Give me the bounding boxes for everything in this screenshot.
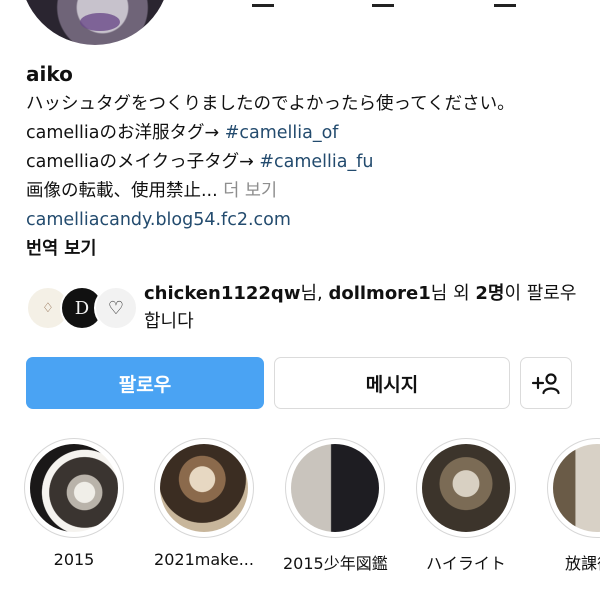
website-link[interactable]: camelliacandy.blog54.fc2.com: [26, 206, 586, 235]
more-link[interactable]: 더 보기: [223, 181, 277, 201]
highlight-label: 2015: [53, 550, 95, 569]
follower-name[interactable]: dollmore1: [328, 283, 430, 304]
bio-text: camelliaのお洋服タグ→: [26, 123, 225, 143]
highlight-label: 放課後図: [564, 554, 600, 573]
message-button[interactable]: 메시지: [274, 357, 510, 409]
suggested-accounts-button[interactable]: [520, 357, 572, 409]
stat-fragment: [494, 0, 516, 7]
followers-count: 2명: [475, 283, 505, 304]
bio-line: 画像の転載、使用禁止... 더 보기: [26, 177, 586, 206]
profile-page: aiko ハッシュタグをつくりましたのでよかったら使ってください。 camell…: [0, 0, 600, 600]
follower-name[interactable]: chicken1122qw: [144, 283, 300, 304]
profile-bio: ハッシュタグをつくりましたのでよかったら使ってください。 camelliaのお洋…: [26, 90, 586, 264]
highlight-image: [553, 444, 600, 532]
bio-line: camelliaのお洋服タグ→ #camellia_of: [26, 119, 586, 148]
profile-avatar[interactable]: [20, 0, 170, 45]
highlight-ring: [416, 438, 516, 538]
highlight-item[interactable]: 2015: [22, 438, 126, 569]
highlight-label: ハイライト: [426, 554, 506, 573]
highlight-ring: [154, 438, 254, 538]
translate-link[interactable]: 번역 보기: [26, 235, 586, 264]
highlight-ring: [285, 438, 385, 538]
highlights-row: 2015 2021make... 2015少年図鑑 ハイライト 放課後図: [0, 438, 600, 588]
followers-text: 님,: [300, 283, 329, 304]
highlight-item[interactable]: ハイライト: [414, 438, 518, 574]
followers-text: 님 외: [430, 283, 476, 304]
profile-username: aiko: [26, 62, 73, 86]
highlight-label: 2021make...: [154, 550, 254, 569]
bio-text: camelliaのメイクっ子タグ→: [26, 152, 260, 172]
highlight-item[interactable]: 2021make...: [152, 438, 256, 569]
highlight-label: 2015少年図鑑: [283, 554, 388, 573]
add-person-icon: [531, 373, 560, 395]
mutual-followers[interactable]: ♢ D ♡ chicken1122qw님, dollmore1님 외 2명이 팔…: [26, 280, 586, 340]
highlight-image: [160, 444, 248, 532]
highlight-image: [422, 444, 510, 532]
highlight-image: [291, 444, 379, 532]
hashtag-link[interactable]: #camellia_fu: [259, 152, 373, 172]
highlight-ring: [547, 438, 600, 538]
hashtag-link[interactable]: #camellia_of: [225, 123, 339, 143]
stat-fragment: [252, 0, 274, 7]
follow-button[interactable]: 팔로우: [26, 357, 264, 409]
bio-line: camelliaのメイクっ子タグ→ #camellia_fu: [26, 148, 586, 177]
bio-line: ハッシュタグをつくりましたのでよかったら使ってください。: [26, 94, 515, 114]
highlight-ring: [24, 438, 124, 538]
mutual-followers-text: chicken1122qw님, dollmore1님 외 2명이 팔로우합니다: [144, 280, 584, 336]
stat-fragment: [372, 0, 394, 7]
highlight-item[interactable]: 2015少年図鑑: [283, 438, 388, 574]
follower-avatar: ♡: [94, 286, 138, 330]
highlight-image: [30, 444, 118, 532]
highlight-item[interactable]: 放課後図: [545, 438, 600, 574]
bio-text: 画像の転載、使用禁止...: [26, 181, 224, 201]
